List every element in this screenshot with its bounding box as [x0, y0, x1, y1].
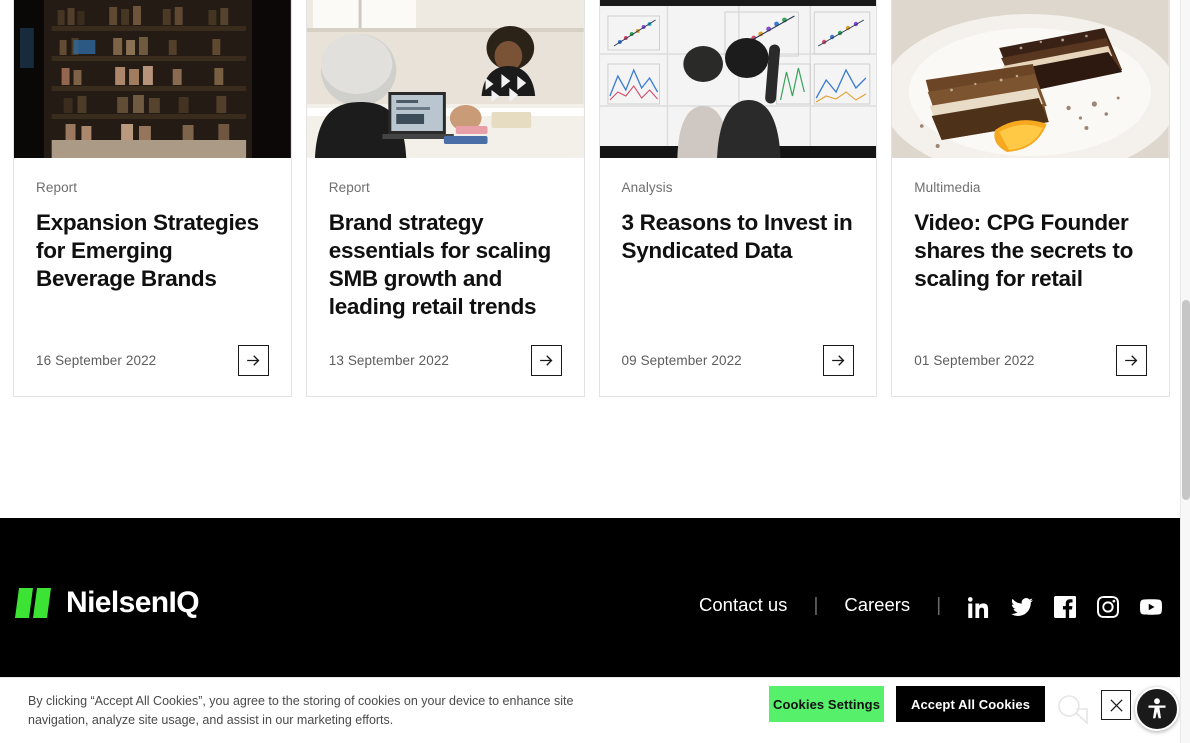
footer-link-careers[interactable]: Careers — [844, 594, 910, 616]
card-body: Report Brand strategy essentials for sca… — [307, 158, 584, 345]
close-icon[interactable] — [1101, 690, 1131, 720]
card-kicker: Report — [36, 180, 78, 195]
card-date: 01 September 2022 — [914, 353, 1035, 368]
card-footer: 16 September 2022 — [14, 345, 291, 396]
card-kicker: Report — [328, 180, 370, 195]
card-image-data-wall-analysts — [599, 0, 877, 158]
scrollbar-thumb[interactable] — [1182, 300, 1190, 500]
accessibility-icon[interactable] — [1135, 687, 1179, 731]
linkedin-icon[interactable] — [968, 596, 990, 618]
article-card[interactable]: Analysis 3 Reasons to Invest in Syndicat… — [598, 0, 878, 397]
twitter-icon[interactable] — [1011, 596, 1033, 618]
card-title[interactable]: 3 Reasons to Invest in Syndicated Data — [622, 209, 855, 265]
card-arrow-button[interactable] — [1116, 345, 1147, 376]
card-title[interactable]: Expansion Strategies for Emerging Bevera… — [36, 209, 269, 293]
nielseniq-parallelogram-mark-icon — [13, 582, 57, 624]
vertical-scrollbar[interactable] — [1180, 0, 1190, 743]
youtube-icon[interactable] — [1140, 596, 1162, 618]
card-image-beverage-store-shelves — [14, 0, 291, 158]
card-title[interactable]: Brand strategy essentials for scaling SM… — [329, 209, 562, 321]
logo-wordmark: NielsenIQ — [66, 586, 200, 619]
arrow-right-icon — [832, 355, 845, 366]
card-body: Multimedia Video: CPG Founder shares the… — [892, 158, 1169, 345]
arrow-right-icon — [1125, 355, 1138, 366]
social-links — [968, 596, 1162, 618]
card-footer: 13 September 2022 — [307, 345, 584, 396]
footer-nav: Contact us | Careers | — [699, 594, 967, 616]
card-kicker: Multimedia — [914, 180, 981, 195]
card-image-chocolate-bars — [892, 0, 1169, 158]
card-arrow-button[interactable] — [237, 345, 269, 376]
cookie-banner-text: By clicking “Accept All Cookies”, you ag… — [28, 694, 574, 727]
footer-separator: | — [936, 594, 942, 616]
card-title[interactable]: Video: CPG Founder shares the secrets to… — [914, 209, 1147, 293]
footer-link-contact-us[interactable]: Contact us — [699, 594, 787, 616]
card-arrow-button[interactable] — [530, 345, 562, 376]
arrow-right-icon — [539, 355, 552, 366]
article-card[interactable]: Report Expansion Strategies for Emerging… — [13, 0, 292, 397]
card-image-office-meeting — [306, 0, 584, 158]
footer-separator: | — [813, 594, 819, 616]
nielseniq-logo[interactable]: NielsenIQ — [13, 582, 200, 624]
card-arrow-button[interactable] — [823, 345, 855, 376]
card-body: Report Expansion Strategies for Emerging… — [14, 158, 291, 345]
card-footer: 01 September 2022 — [892, 345, 1169, 396]
article-card-grid: Report Expansion Strategies for Emerging… — [13, 0, 1170, 397]
arrow-right-icon — [246, 355, 260, 366]
card-date: 09 September 2022 — [621, 353, 742, 368]
facebook-icon[interactable] — [1054, 596, 1076, 618]
search-icon[interactable] — [1056, 693, 1090, 725]
article-card[interactable]: Report Brand strategy essentials for sca… — [305, 0, 585, 397]
card-date: 16 September 2022 — [36, 353, 157, 368]
cookies-settings-button[interactable]: Cookies Settings — [769, 686, 884, 722]
article-card[interactable]: Multimedia Video: CPG Founder shares the… — [891, 0, 1170, 397]
card-body: Analysis 3 Reasons to Invest in Syndicat… — [600, 158, 877, 345]
card-footer: 09 September 2022 — [600, 345, 877, 396]
accept-all-cookies-button[interactable]: Accept All Cookies — [896, 686, 1045, 722]
card-kicker: Analysis — [621, 180, 673, 195]
card-date: 13 September 2022 — [328, 353, 450, 368]
page-root: Report Expansion Strategies for Emerging… — [0, 0, 1190, 743]
instagram-icon[interactable] — [1097, 596, 1119, 618]
